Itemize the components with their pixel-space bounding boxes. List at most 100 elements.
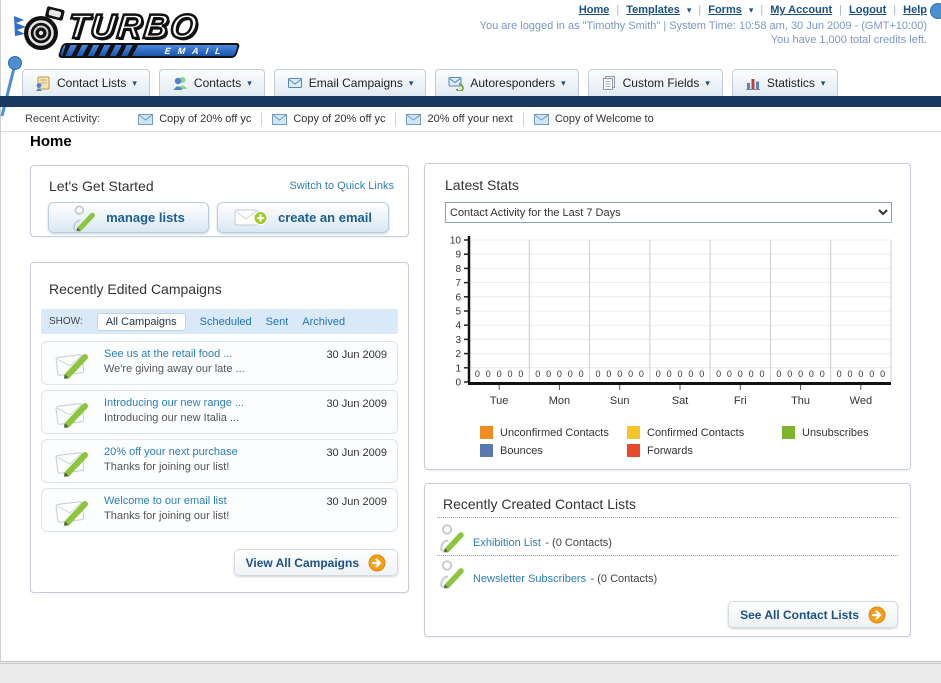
- footer-strip: [0, 663, 941, 683]
- help-bubble-icon[interactable]: [930, 3, 941, 19]
- svg-text:0: 0: [656, 369, 661, 379]
- filter-archived[interactable]: Archived: [302, 316, 345, 328]
- svg-text:0: 0: [727, 369, 732, 379]
- envelope-pencil-icon: [55, 403, 88, 428]
- svg-text:4: 4: [455, 321, 461, 332]
- nav-link-help[interactable]: Help: [903, 4, 927, 16]
- filter-scheduled[interactable]: Scheduled: [200, 316, 252, 328]
- manage-lists-button[interactable]: manage lists: [48, 202, 209, 233]
- svg-text:0: 0: [837, 369, 842, 379]
- tab-label: Autoresponders: [470, 76, 556, 90]
- svg-text:0: 0: [738, 369, 743, 379]
- svg-text:Sun: Sun: [610, 395, 630, 407]
- stats-period-dropdown[interactable]: Contact Activity for the Last 7 Days: [445, 202, 892, 223]
- svg-text:0: 0: [507, 369, 512, 379]
- filter-all-campaigns[interactable]: All Campaigns: [96, 312, 186, 331]
- legend-label: Forwards: [647, 444, 693, 457]
- campaign-title-link[interactable]: See us at the retail food ...: [104, 348, 232, 360]
- chevron-down-icon: ▾: [408, 77, 414, 88]
- recent-activity-item[interactable]: 20% off your next: [396, 113, 522, 125]
- campaign-subtitle: Thanks for joining our list!: [104, 461, 230, 473]
- svg-text:9: 9: [455, 250, 461, 261]
- separator: |: [893, 4, 897, 16]
- see-all-contact-lists-button[interactable]: See All Contact Lists: [728, 601, 898, 628]
- svg-text:Mon: Mon: [549, 395, 570, 407]
- filter-sent[interactable]: Sent: [266, 316, 289, 328]
- nav-link-logout[interactable]: Logout: [849, 4, 886, 16]
- contact-list-count: - (0 Contacts): [590, 573, 658, 585]
- see-all-contact-lists-label: See All Contact Lists: [740, 607, 859, 622]
- nav-link-forms[interactable]: Forms: [708, 4, 742, 16]
- envelope-icon: [138, 113, 154, 125]
- campaign-title-link[interactable]: 20% off your next purchase: [104, 446, 238, 458]
- tab-label: Contacts: [193, 76, 242, 90]
- arrow-right-icon: [868, 606, 886, 623]
- view-all-campaigns-button[interactable]: View All Campaigns: [233, 549, 398, 576]
- recent-activity-item[interactable]: Copy of Welcome to: [524, 113, 664, 125]
- recent-activity-item[interactable]: Copy of 20% off yc: [262, 113, 395, 125]
- tab-custom-fields[interactable]: Custom Fields ▾: [587, 69, 723, 96]
- svg-text:0: 0: [546, 369, 551, 379]
- legend-item-confirmed: Confirmed Contacts: [627, 426, 782, 439]
- svg-text:0: 0: [749, 369, 754, 379]
- autoresponders-icon: [448, 77, 465, 91]
- svg-text:5: 5: [455, 307, 461, 318]
- contact-list-link[interactable]: Exhibition List: [473, 537, 541, 549]
- tab-contact-lists[interactable]: Contact Lists ▾: [22, 69, 150, 96]
- legend-label: Confirmed Contacts: [647, 426, 745, 439]
- envelope-icon: [272, 113, 288, 125]
- top-nav: Home | Templates ▾ | Forms ▾ | My Accoun…: [579, 4, 927, 16]
- activity-item-label: Copy of Welcome to: [554, 113, 654, 125]
- nav-link-templates[interactable]: Templates: [626, 4, 680, 16]
- activity-item-label: Copy of 20% off yc: [159, 113, 252, 125]
- chevron-down-icon: ▾: [132, 77, 137, 88]
- contact-list-link[interactable]: Newsletter Subscribers: [473, 573, 586, 585]
- svg-text:6: 6: [455, 292, 461, 303]
- campaign-title-link[interactable]: Introducing our new range ...: [104, 397, 244, 409]
- logo-banner: EMAIL: [57, 43, 241, 58]
- create-email-label: create an email: [278, 210, 372, 225]
- svg-text:2: 2: [455, 349, 461, 360]
- svg-text:0: 0: [486, 369, 491, 379]
- svg-text:0: 0: [535, 369, 540, 379]
- campaigns-panel: Recently Edited Campaigns SHOW: All Camp…: [30, 262, 409, 593]
- svg-text:10: 10: [450, 236, 462, 247]
- navy-divider-bar: [0, 96, 941, 107]
- svg-text:0: 0: [809, 369, 814, 379]
- separator: |: [616, 4, 620, 16]
- campaign-title-link[interactable]: Welcome to our email list: [104, 495, 227, 507]
- switch-to-quick-links[interactable]: Switch to Quick Links: [289, 180, 394, 192]
- create-email-button[interactable]: create an email: [217, 202, 389, 233]
- view-all-campaigns-label: View All Campaigns: [245, 555, 359, 570]
- legend-item-unsubscribes: Unsubscribes: [782, 426, 932, 439]
- logo-subtitle: EMAIL: [163, 46, 230, 56]
- nav-link-home[interactable]: Home: [579, 4, 610, 16]
- dotted-divider: [437, 555, 898, 556]
- svg-text:0: 0: [820, 369, 825, 379]
- chevron-down-icon: ▾: [686, 4, 692, 15]
- tab-statistics[interactable]: Statistics ▾: [731, 69, 839, 96]
- svg-text:0: 0: [869, 369, 874, 379]
- svg-text:1: 1: [455, 363, 461, 374]
- contact-list-count: - (0 Contacts): [545, 537, 612, 549]
- tab-autoresponders[interactable]: Autoresponders ▾: [435, 69, 579, 96]
- custom-fields-icon: [602, 76, 615, 90]
- tab-contacts[interactable]: Contacts ▾: [158, 69, 265, 96]
- email-campaigns-icon: [287, 78, 302, 88]
- campaign-subtitle: We're giving away our late ...: [104, 363, 245, 375]
- legend-swatch-icon: [480, 426, 493, 439]
- campaigns-title: Recently Edited Campaigns: [49, 281, 222, 297]
- nav-link-my-account[interactable]: My Account: [770, 4, 832, 16]
- tab-email-campaigns[interactable]: Email Campaigns ▾: [273, 69, 427, 96]
- svg-text:0: 0: [628, 369, 633, 379]
- legend-item-unconfirmed: Unconfirmed Contacts: [480, 426, 627, 439]
- login-info: You are logged in as "Timothy Smith" | S…: [479, 20, 927, 32]
- svg-text:0: 0: [518, 369, 523, 379]
- recent-activity-item[interactable]: Copy of 20% off yc: [128, 113, 261, 125]
- svg-text:0: 0: [688, 369, 693, 379]
- latest-stats-title: Latest Stats: [445, 177, 519, 193]
- campaign-row: See us at the retail food ... We're givi…: [41, 341, 398, 385]
- page-title: Home: [30, 133, 72, 150]
- svg-text:Wed: Wed: [850, 395, 872, 407]
- svg-text:0: 0: [858, 369, 863, 379]
